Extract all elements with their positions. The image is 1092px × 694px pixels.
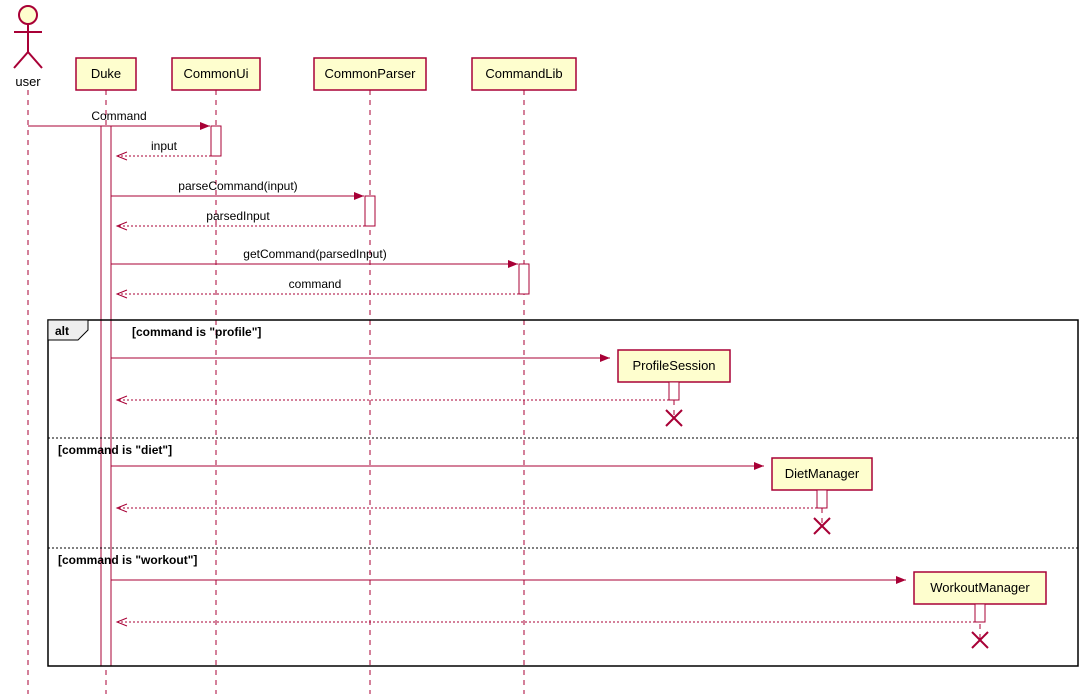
msg-commandret: command [289,277,342,291]
activation-commonui [211,126,221,156]
msg-input: input [151,139,178,153]
arrow-open-icon [117,396,127,404]
participant-commonui-label: CommonUi [183,66,248,81]
msg-getcommand: getCommand(parsedInput) [243,247,386,261]
arrow-icon [896,576,906,584]
msg-parsecommand: parseCommand(input) [178,179,297,193]
participant-duke: Duke [76,58,136,90]
participant-commonparser: CommonParser [314,58,426,90]
sequence-diagram: user Duke CommonUi CommonParser CommandL… [0,0,1092,694]
participant-profilesession: ProfileSession [618,350,730,382]
participant-commandlib: CommandLib [472,58,576,90]
activation-duke [101,126,111,666]
activation-commonparser [365,196,375,226]
participant-workoutmanager-label: WorkoutManager [930,580,1030,595]
alt-guard-1: [command is "profile"] [132,325,261,339]
participant-dietmanager-label: DietManager [785,466,860,481]
actor-user: user [14,6,42,89]
arrow-icon [508,260,518,268]
participant-commonui: CommonUi [172,58,260,90]
participant-duke-label: Duke [91,66,121,81]
alt-label: alt [55,324,69,338]
activation-workout [975,604,985,622]
activation-diet [817,490,827,508]
arrow-icon [600,354,610,362]
arrow-icon [200,122,210,130]
arrow-icon [354,192,364,200]
alt-guard-3: [command is "workout"] [58,553,197,567]
arrow-icon [754,462,764,470]
participant-workoutmanager: WorkoutManager [914,572,1046,604]
actor-label: user [15,74,41,89]
msg-parsedinput: parsedInput [206,209,270,223]
arrow-open-icon [117,504,127,512]
participant-commonparser-label: CommonParser [324,66,416,81]
activation-commandlib [519,264,529,294]
alt-frame [48,320,1078,666]
participant-dietmanager: DietManager [772,458,872,490]
arrow-open-icon [117,222,127,230]
msg-command: Command [91,109,146,123]
participant-commandlib-label: CommandLib [485,66,562,81]
activation-profile [669,382,679,400]
alt-guard-2: [command is "diet"] [58,443,172,457]
participant-profilesession-label: ProfileSession [632,358,715,373]
